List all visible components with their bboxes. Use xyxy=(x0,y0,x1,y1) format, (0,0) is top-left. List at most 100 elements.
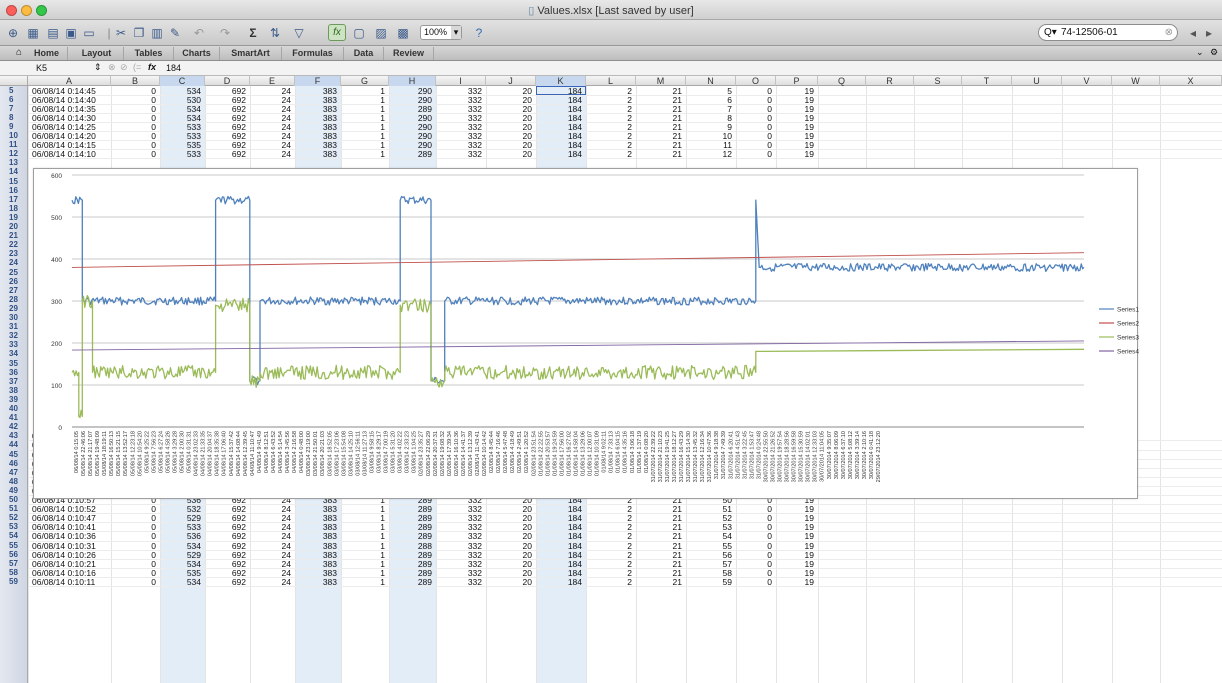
show-hide-icon[interactable]: ▩ xyxy=(394,24,412,41)
toolbox-icon[interactable]: ▢ xyxy=(350,24,368,41)
cell-B58[interactable]: 0 xyxy=(111,569,156,577)
undo-icon[interactable]: ↶ xyxy=(190,24,208,41)
row-number[interactable]: 40 xyxy=(0,405,28,413)
cell-M52[interactable]: 21 xyxy=(636,514,682,522)
column-header-W[interactable]: W xyxy=(1112,76,1160,86)
column-header-B[interactable]: B xyxy=(111,76,160,86)
row-number[interactable]: 24 xyxy=(0,259,28,267)
row-number[interactable]: 56 xyxy=(0,550,28,559)
cell-F53[interactable]: 383 xyxy=(295,523,337,531)
cell-J58[interactable]: 20 xyxy=(486,569,532,577)
cell-N8[interactable]: 8 xyxy=(686,114,732,122)
cell-J5[interactable]: 20 xyxy=(486,87,532,95)
cell-J52[interactable]: 20 xyxy=(486,514,532,522)
cell-F55[interactable]: 383 xyxy=(295,542,337,550)
cell-G56[interactable]: 1 xyxy=(341,551,385,559)
cell-B53[interactable]: 0 xyxy=(111,523,156,531)
cell-H54[interactable]: 289 xyxy=(389,532,432,540)
tab-charts[interactable]: Charts xyxy=(174,47,220,60)
cell-B5[interactable]: 0 xyxy=(111,87,156,95)
cell-B9[interactable]: 0 xyxy=(111,123,156,131)
cell-G53[interactable]: 1 xyxy=(341,523,385,531)
cell-P5[interactable]: 19 xyxy=(776,87,814,95)
cut-icon[interactable]: ✂ xyxy=(112,24,130,41)
cell-M8[interactable]: 21 xyxy=(636,114,682,122)
cell-E58[interactable]: 24 xyxy=(250,569,291,577)
cell-I55[interactable]: 332 xyxy=(436,542,482,550)
column-header-F[interactable]: F xyxy=(295,76,341,86)
row-number[interactable]: 25 xyxy=(0,268,28,277)
cell-J8[interactable]: 20 xyxy=(486,114,532,122)
cell-I53[interactable]: 332 xyxy=(436,523,482,531)
cell-B6[interactable]: 0 xyxy=(111,96,156,104)
column-header-J[interactable]: J xyxy=(486,76,536,86)
row-number[interactable]: 33 xyxy=(0,341,28,349)
cell-L12[interactable]: 2 xyxy=(586,150,632,158)
row-number[interactable]: 44 xyxy=(0,441,28,449)
cell-A56[interactable]: 06/08/14 0:10:26 xyxy=(32,551,111,559)
cell-I7[interactable]: 332 xyxy=(436,105,482,113)
cell-H8[interactable]: 290 xyxy=(389,114,432,122)
cell-E52[interactable]: 24 xyxy=(250,514,291,522)
cell-H7[interactable]: 289 xyxy=(389,105,432,113)
cell-M5[interactable]: 21 xyxy=(636,87,682,95)
tab-home[interactable]: Home xyxy=(26,47,68,60)
cell-N11[interactable]: 11 xyxy=(686,141,732,149)
cell-I56[interactable]: 332 xyxy=(436,551,482,559)
cell-C8[interactable]: 534 xyxy=(160,114,201,122)
column-header-D[interactable]: D xyxy=(205,76,250,86)
row-number[interactable]: 17 xyxy=(0,195,28,204)
cell-A59[interactable]: 06/08/14 0:10:11 xyxy=(32,578,111,586)
cell-K10[interactable]: 184 xyxy=(536,132,582,140)
cell-H57[interactable]: 289 xyxy=(389,560,432,568)
column-header-E[interactable]: E xyxy=(250,76,295,86)
cell-F9[interactable]: 383 xyxy=(295,123,337,131)
column-header-V[interactable]: V xyxy=(1062,76,1112,86)
row-number[interactable]: 14 xyxy=(0,168,28,176)
row-number[interactable]: 20 xyxy=(0,223,28,231)
row-number[interactable]: 15 xyxy=(0,177,28,186)
row-number[interactable]: 48 xyxy=(0,477,28,486)
cell-F11[interactable]: 383 xyxy=(295,141,337,149)
search-field[interactable]: Q▾ 74-12506-01 ⊗ xyxy=(1038,24,1178,41)
cell-B52[interactable]: 0 xyxy=(111,514,156,522)
cell-G52[interactable]: 1 xyxy=(341,514,385,522)
cell-N9[interactable]: 9 xyxy=(686,123,732,131)
cell-M56[interactable]: 21 xyxy=(636,551,682,559)
cell-K52[interactable]: 184 xyxy=(536,514,582,522)
cell-P59[interactable]: 19 xyxy=(776,578,814,586)
cell-D7[interactable]: 692 xyxy=(205,105,246,113)
cell-M57[interactable]: 21 xyxy=(636,560,682,568)
cell-G55[interactable]: 1 xyxy=(341,542,385,550)
cell-K55[interactable]: 184 xyxy=(536,542,582,550)
cell-D57[interactable]: 692 xyxy=(205,560,246,568)
cell-A11[interactable]: 06/08/14 0:14:15 xyxy=(32,141,111,149)
row-number[interactable]: 32 xyxy=(0,332,28,340)
row-number[interactable]: 52 xyxy=(0,514,28,522)
cell-J57[interactable]: 20 xyxy=(486,560,532,568)
cell-D55[interactable]: 692 xyxy=(205,542,246,550)
cell-F56[interactable]: 383 xyxy=(295,551,337,559)
cell-J56[interactable]: 20 xyxy=(486,551,532,559)
formula-input[interactable]: 184 xyxy=(166,63,181,73)
cell-G11[interactable]: 1 xyxy=(341,141,385,149)
cell-K7[interactable]: 184 xyxy=(536,105,582,113)
cell-M58[interactable]: 21 xyxy=(636,569,682,577)
column-header-N[interactable]: N xyxy=(686,76,736,86)
collapse-ribbon-icon[interactable]: ⌄ xyxy=(1196,47,1204,58)
cell-J54[interactable]: 20 xyxy=(486,532,532,540)
cell-C6[interactable]: 530 xyxy=(160,96,201,104)
cell-A58[interactable]: 06/08/14 0:10:16 xyxy=(32,569,111,577)
cell-K12[interactable]: 184 xyxy=(536,150,582,158)
format-painter-icon[interactable]: ✎ xyxy=(166,24,184,41)
cell-O12[interactable]: 0 xyxy=(736,150,772,158)
cell-B8[interactable]: 0 xyxy=(111,114,156,122)
function-icon[interactable]: fx xyxy=(328,24,346,41)
cell-D10[interactable]: 692 xyxy=(205,132,246,140)
cell-A55[interactable]: 06/08/14 0:10:31 xyxy=(32,542,111,550)
row-number[interactable]: 6 xyxy=(0,95,28,104)
cell-J59[interactable]: 20 xyxy=(486,578,532,586)
row-number[interactable]: 43 xyxy=(0,432,28,440)
cell-O51[interactable]: 0 xyxy=(736,505,772,513)
row-number[interactable]: 22 xyxy=(0,241,28,249)
